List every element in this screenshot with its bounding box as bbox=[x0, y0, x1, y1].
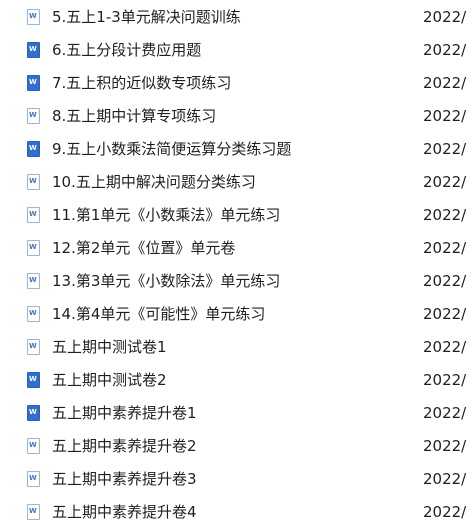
word-doc-icon bbox=[27, 42, 40, 58]
file-date: 2022/ bbox=[423, 206, 467, 224]
file-name: 12.第2单元《位置》单元卷 bbox=[52, 239, 236, 257]
file-date: 2022/ bbox=[423, 371, 467, 389]
file-name: 五上期中素养提升卷2 bbox=[52, 437, 197, 455]
word-doc-icon bbox=[27, 339, 40, 355]
file-row[interactable]: 五上期中测试卷1 2022/ bbox=[0, 331, 472, 364]
word-doc-icon bbox=[27, 372, 40, 388]
file-date: 2022/ bbox=[423, 8, 467, 26]
file-name: 五上期中测试卷2 bbox=[52, 371, 167, 389]
file-row[interactable]: 五上期中素养提升卷2 2022/ bbox=[0, 430, 472, 463]
word-doc-icon bbox=[27, 438, 40, 454]
word-doc-icon bbox=[27, 9, 40, 25]
file-date: 2022/ bbox=[423, 437, 467, 455]
file-date: 2022/ bbox=[423, 140, 467, 158]
file-date: 2022/ bbox=[423, 41, 467, 59]
word-doc-icon bbox=[27, 141, 40, 157]
file-row[interactable]: 10.五上期中解决问题分类练习 2022/ bbox=[0, 166, 472, 199]
file-row[interactable]: 13.第3单元《小数除法》单元练习 2022/ bbox=[0, 265, 472, 298]
file-date: 2022/ bbox=[423, 173, 467, 191]
file-date: 2022/ bbox=[423, 503, 467, 521]
file-date: 2022/ bbox=[423, 74, 467, 92]
file-name: 13.第3单元《小数除法》单元练习 bbox=[52, 272, 281, 290]
file-name: 7.五上积的近似数专项练习 bbox=[52, 74, 232, 92]
word-doc-icon bbox=[27, 240, 40, 256]
file-row[interactable]: 5.五上1-3单元解决问题训练 2022/ bbox=[0, 1, 472, 34]
file-date: 2022/ bbox=[423, 470, 467, 488]
word-doc-icon bbox=[27, 504, 40, 520]
file-row[interactable]: 五上期中测试卷2 2022/ bbox=[0, 364, 472, 397]
file-date: 2022/ bbox=[423, 404, 467, 422]
file-row[interactable]: 五上期中素养提升卷1 2022/ bbox=[0, 397, 472, 430]
file-date: 2022/ bbox=[423, 272, 467, 290]
file-date: 2022/ bbox=[423, 239, 467, 257]
file-row[interactable]: 11.第1单元《小数乘法》单元练习 2022/ bbox=[0, 199, 472, 232]
file-row[interactable]: 7.五上积的近似数专项练习 2022/ bbox=[0, 67, 472, 100]
file-list: 5.五上1-3单元解决问题训练 2022/6.五上分段计费应用题 2022/7.五上… bbox=[0, 0, 472, 530]
file-name: 五上期中素养提升卷1 bbox=[52, 404, 197, 422]
file-date: 2022/ bbox=[423, 338, 467, 356]
file-name: 5.五上1-3单元解决问题训练 bbox=[52, 8, 241, 26]
word-doc-icon bbox=[27, 174, 40, 190]
file-row[interactable]: 12.第2单元《位置》单元卷 2022/ bbox=[0, 232, 472, 265]
word-doc-icon bbox=[27, 405, 40, 421]
word-doc-icon bbox=[27, 471, 40, 487]
word-doc-icon bbox=[27, 273, 40, 289]
file-row[interactable]: 五上期中素养提升卷4 2022/ bbox=[0, 496, 472, 529]
file-row[interactable]: 五上期中素养提升卷3 2022/ bbox=[0, 463, 472, 496]
file-name: 14.第4单元《可能性》单元练习 bbox=[52, 305, 266, 323]
file-name: 10.五上期中解决问题分类练习 bbox=[52, 173, 256, 191]
file-name: 11.第1单元《小数乘法》单元练习 bbox=[52, 206, 281, 224]
file-row[interactable]: 8.五上期中计算专项练习 2022/ bbox=[0, 100, 472, 133]
word-doc-icon bbox=[27, 306, 40, 322]
word-doc-icon bbox=[27, 108, 40, 124]
file-name: 五上期中测试卷1 bbox=[52, 338, 167, 356]
file-name: 6.五上分段计费应用题 bbox=[52, 41, 202, 59]
word-doc-icon bbox=[27, 207, 40, 223]
word-doc-icon bbox=[27, 75, 40, 91]
file-name: 五上期中素养提升卷3 bbox=[52, 470, 197, 488]
file-date: 2022/ bbox=[423, 305, 467, 323]
file-date: 2022/ bbox=[423, 107, 467, 125]
file-row[interactable]: 9.五上小数乘法简便运算分类练习题 2022/ bbox=[0, 133, 472, 166]
file-row[interactable]: 6.五上分段计费应用题 2022/ bbox=[0, 34, 472, 67]
file-name: 五上期中素养提升卷4 bbox=[52, 503, 197, 521]
file-name: 9.五上小数乘法简便运算分类练习题 bbox=[52, 140, 292, 158]
file-name: 8.五上期中计算专项练习 bbox=[52, 107, 217, 125]
file-row[interactable]: 14.第4单元《可能性》单元练习 2022/ bbox=[0, 298, 472, 331]
